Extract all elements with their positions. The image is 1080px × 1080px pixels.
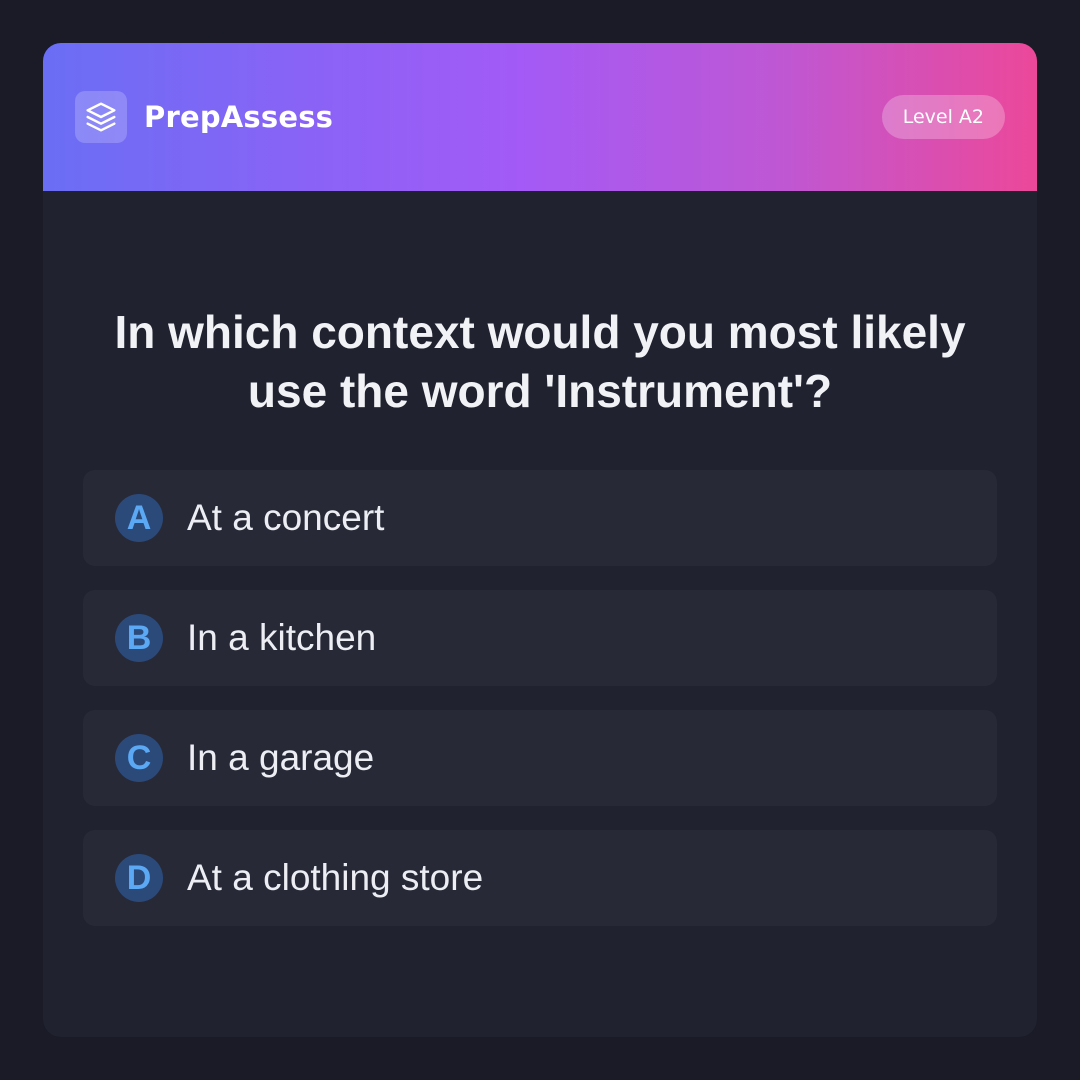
option-c[interactable]: C In a garage bbox=[83, 710, 997, 806]
option-letter-badge: C bbox=[115, 734, 163, 782]
option-letter-badge: B bbox=[115, 614, 163, 662]
layers-icon bbox=[75, 91, 127, 143]
option-label: In a garage bbox=[187, 737, 375, 778]
option-label: In a kitchen bbox=[187, 617, 377, 658]
option-letter-badge: D bbox=[115, 854, 163, 902]
answer-options: A At a concert B In a kitchen C In a gar… bbox=[83, 470, 997, 950]
level-badge: Level A2 bbox=[881, 95, 1005, 139]
option-letter-badge: A bbox=[115, 494, 163, 542]
option-d[interactable]: D At a clothing store bbox=[83, 830, 997, 926]
option-b[interactable]: B In a kitchen bbox=[83, 590, 997, 686]
option-label: At a clothing store bbox=[187, 857, 484, 898]
header-bar: PrepAssess Level A2 bbox=[43, 43, 1037, 191]
quiz-card: PrepAssess Level A2 In which context wou… bbox=[43, 43, 1037, 1037]
question-text: In which context would you most likely u… bbox=[114, 306, 966, 417]
brand: PrepAssess bbox=[75, 91, 333, 143]
option-a[interactable]: A At a concert bbox=[83, 470, 997, 566]
option-label: At a concert bbox=[187, 497, 385, 538]
brand-name: PrepAssess bbox=[144, 100, 334, 134]
